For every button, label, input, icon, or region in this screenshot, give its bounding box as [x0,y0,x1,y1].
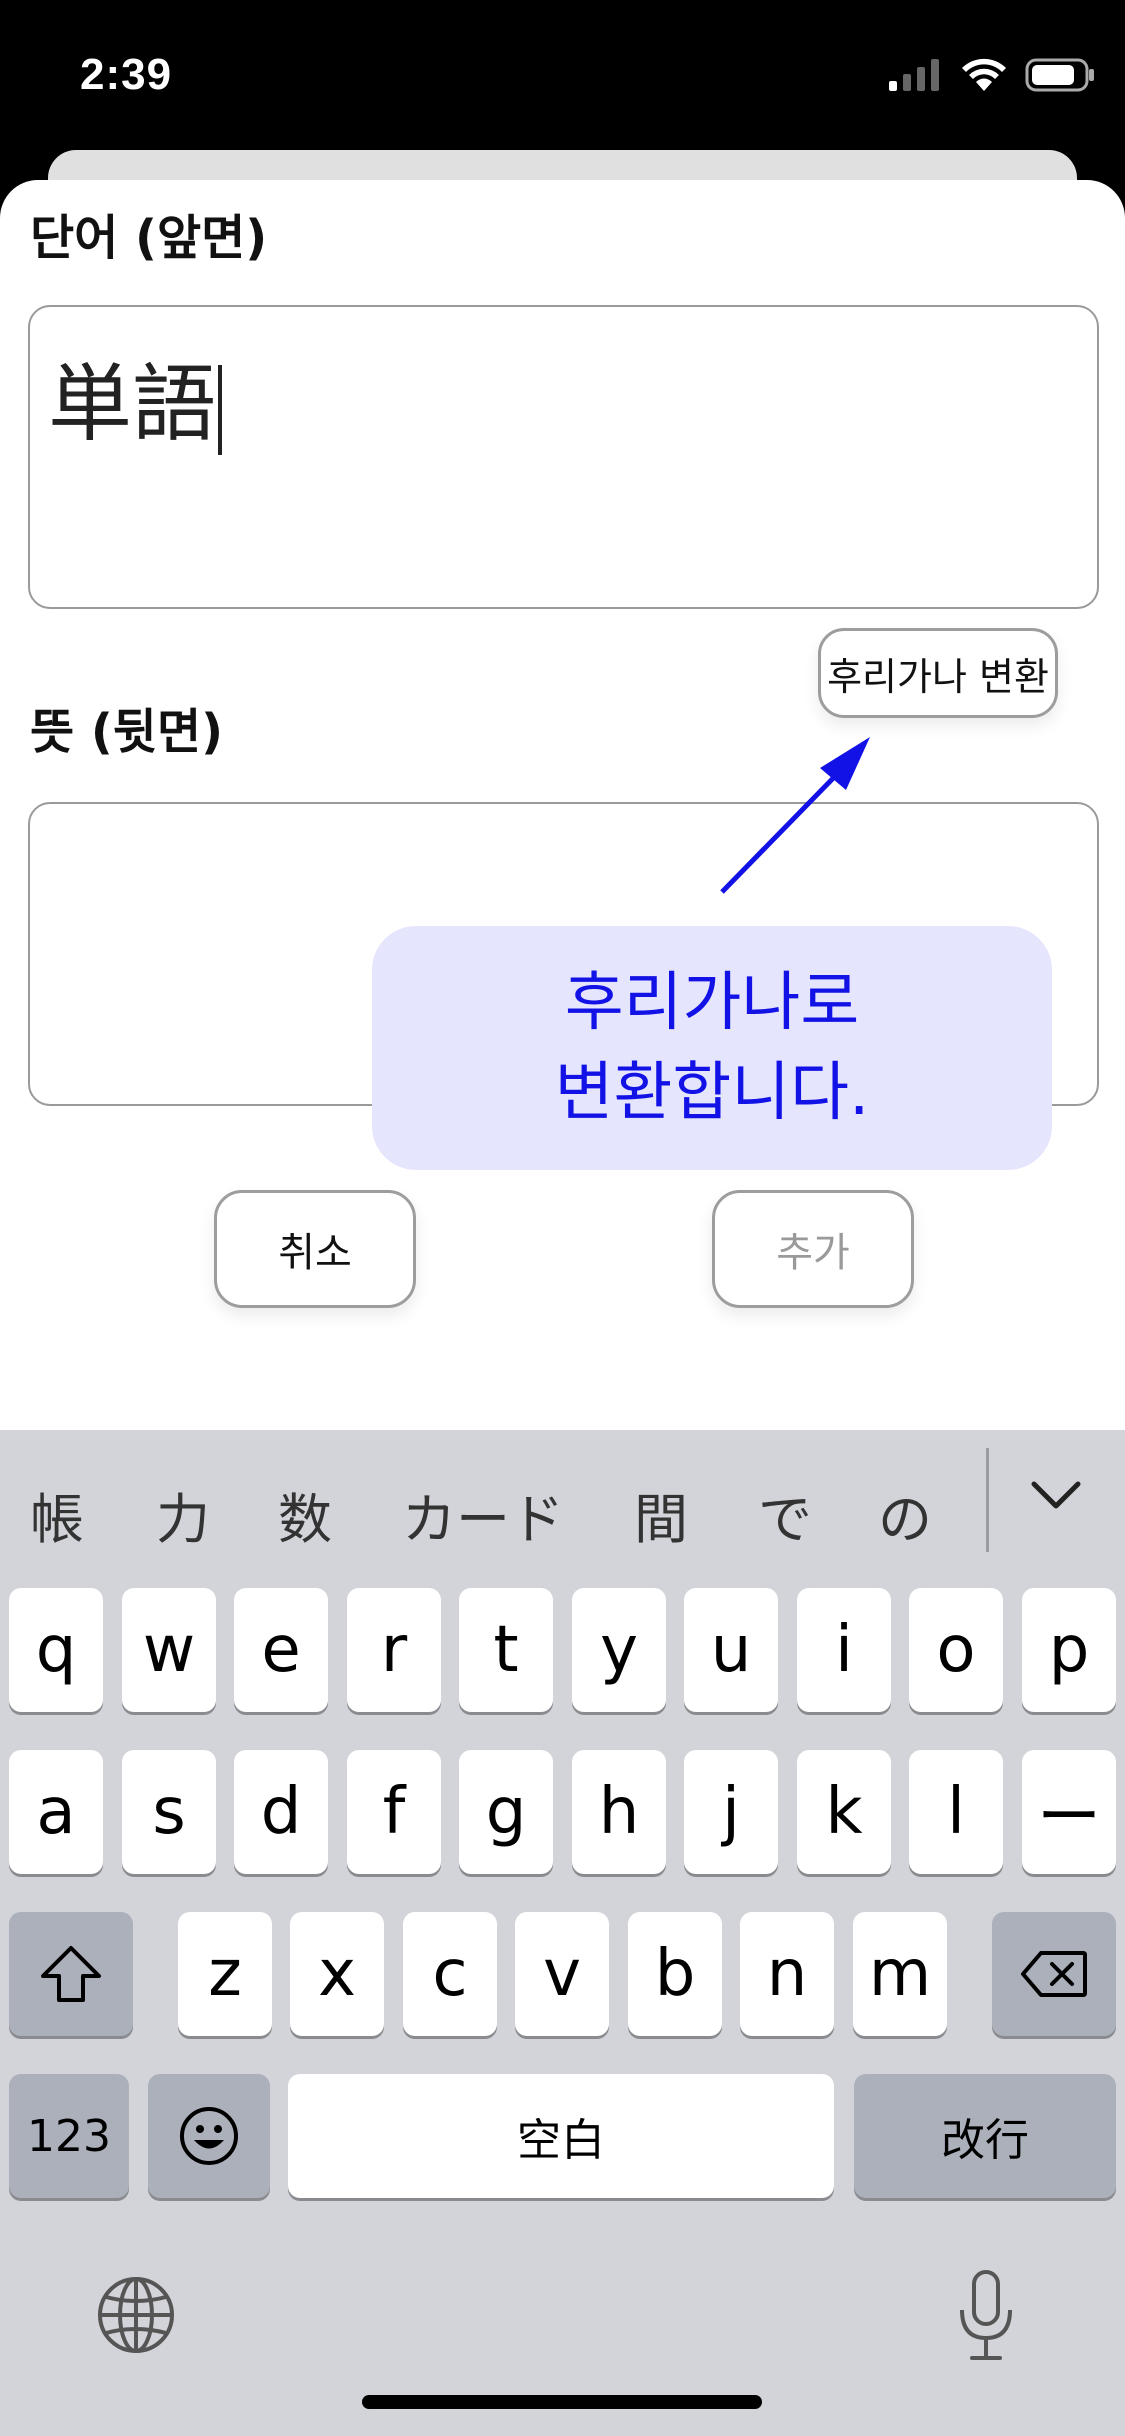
home-indicator [362,2395,762,2409]
suggestion-item[interactable]: 帳 [30,1475,84,1554]
callout-arrow-icon [720,737,870,894]
suggestion-bar: 帳 力 数 カード 間 で の [0,1430,1125,1580]
key-q[interactable]: q [9,1588,103,1712]
key-w[interactable]: w [122,1588,216,1712]
cancel-button[interactable]: 취소 [214,1190,416,1308]
emoji-key[interactable] [148,2074,270,2198]
tooltip-line-2: 변환합니다. [554,1056,870,1130]
space-key[interactable]: 空白 [288,2074,834,2198]
key-l[interactable]: l [909,1750,1003,1874]
delete-key[interactable] [992,1912,1116,2036]
suggestion-item[interactable]: で [758,1475,812,1554]
key-b[interactable]: b [628,1912,722,2036]
suggestion-item[interactable]: の [878,1475,932,1554]
key-long-vowel[interactable]: ー [1022,1750,1116,1874]
backspace-icon [1021,1951,1087,1997]
add-button[interactable]: 추가 [712,1190,914,1308]
key-u[interactable]: u [684,1588,778,1712]
key-c[interactable]: c [403,1912,497,2036]
key-g[interactable]: g [459,1750,553,1874]
tooltip-line-1: 후리가나로 [564,966,860,1040]
key-i[interactable]: i [797,1588,891,1712]
key-z[interactable]: z [178,1912,272,2036]
key-k[interactable]: k [797,1750,891,1874]
key-j[interactable]: j [684,1750,778,1874]
key-p[interactable]: p [1022,1588,1116,1712]
globe-icon[interactable] [96,2275,176,2355]
suggestion-item[interactable]: カード [402,1475,564,1554]
suggestion-item[interactable]: 間 [634,1475,688,1554]
key-t[interactable]: t [459,1588,553,1712]
key-f[interactable]: f [347,1750,441,1874]
key-v[interactable]: v [515,1912,609,2036]
furigana-tooltip: 후리가나로 변환합니다. [372,926,1052,1170]
key-d[interactable]: d [234,1750,328,1874]
key-m[interactable]: m [853,1912,947,2036]
key-h[interactable]: h [572,1750,666,1874]
keyboard: 帳 力 数 カード 間 で の q w e r t y u i o p a s … [0,1430,1125,2436]
key-y[interactable]: y [572,1588,666,1712]
microphone-icon[interactable] [956,2268,1016,2364]
shift-arrow-icon [41,1946,101,2002]
chevron-down-icon[interactable] [1030,1478,1082,1512]
shift-key[interactable] [9,1912,133,2036]
suggestion-divider [986,1448,989,1552]
key-r[interactable]: r [347,1588,441,1712]
key-x[interactable]: x [290,1912,384,2036]
suggestion-item[interactable]: 数 [278,1475,332,1554]
return-key[interactable]: 改行 [854,2074,1116,2198]
key-e[interactable]: e [234,1588,328,1712]
key-s[interactable]: s [122,1750,216,1874]
key-a[interactable]: a [9,1750,103,1874]
key-o[interactable]: o [909,1588,1003,1712]
emoji-icon [180,2107,238,2165]
key-n[interactable]: n [740,1912,834,2036]
suggestion-item[interactable]: 力 [156,1475,210,1554]
numbers-key[interactable]: 123 [9,2074,129,2198]
